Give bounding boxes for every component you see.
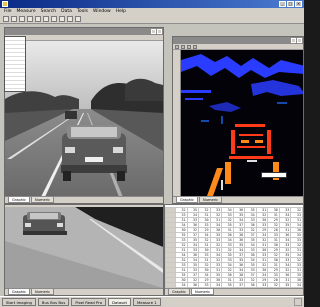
main-toolbar [0, 15, 304, 24]
table-cell[interactable]: 37 [232, 282, 246, 288]
table-cell[interactable]: 36 [244, 282, 257, 288]
maximize-icon[interactable]: □ [287, 1, 294, 7]
measurement-list[interactable] [4, 36, 26, 92]
tab-numeric[interactable]: Numeric [191, 289, 215, 295]
open-icon[interactable] [11, 16, 17, 22]
table-cell[interactable]: 34 [209, 282, 223, 288]
taskbar-clock [294, 298, 302, 306]
cut-icon[interactable] [35, 16, 41, 22]
table-cell[interactable]: 35 [278, 282, 292, 288]
data-table: 32 35 32 33 34 36 35 31 30 33 32 33 34 31 32 33 35 34 32 31… [165, 207, 303, 288]
settings-icon[interactable] [75, 16, 81, 22]
tab-graphic[interactable]: Graphic [168, 289, 190, 295]
table-tabs: Graphic Numeric [165, 288, 303, 295]
print-icon[interactable] [27, 16, 33, 22]
road-detail-image [5, 207, 163, 288]
tab-graphic[interactable]: Graphic [176, 197, 198, 203]
table-row[interactable]: 34 36 33 34 35 37 36 33 32 35 34 [165, 282, 303, 288]
title-bar: _ □ × [0, 0, 304, 8]
row-header [165, 282, 176, 288]
app-icon [2, 1, 8, 7]
taskbar-measure[interactable]: Measure 1 [132, 298, 161, 306]
table-cell[interactable]: 34 [175, 282, 188, 288]
table-cell[interactable]: 36 [186, 282, 200, 288]
edge-detection-pane: Graphic Numeric [172, 36, 304, 204]
tab-numeric[interactable]: Numeric [199, 197, 223, 203]
menu-tools[interactable]: Tools [77, 8, 88, 15]
menu-bar: File Measure Search Data Tools Window He… [0, 8, 304, 15]
video-pane-bottom: Graphic Numeric [4, 204, 164, 296]
tab-graphic[interactable]: Graphic [8, 197, 30, 203]
copy-icon[interactable] [43, 16, 49, 22]
pane-close-icon[interactable] [157, 29, 162, 34]
tool-icon[interactable] [181, 45, 185, 49]
pane-close-icon[interactable] [297, 38, 302, 43]
table-cell[interactable]: 33 [198, 282, 211, 288]
measure-icon[interactable] [67, 16, 73, 22]
menu-window[interactable]: Window [93, 8, 111, 15]
edge-readout [261, 172, 287, 178]
pane-minimize-icon[interactable] [291, 38, 296, 43]
pane-title [5, 28, 163, 35]
new-icon[interactable] [3, 16, 9, 22]
video-pane-top: Graphic Numeric [4, 27, 164, 204]
table-cell[interactable]: 32 [267, 282, 280, 288]
road-camera-view[interactable] [5, 41, 163, 197]
table-cell[interactable]: 34 [290, 282, 303, 288]
video-bottom-tabs: Graphic Numeric [5, 288, 163, 295]
tab-numeric[interactable]: Numeric [31, 197, 55, 203]
window-controls: _ □ × [279, 1, 302, 7]
road-scene-image [5, 41, 163, 197]
menu-measure[interactable]: Measure [17, 8, 36, 15]
paste-icon[interactable] [51, 16, 57, 22]
taskbar-start-imaging[interactable]: Start Imaging [2, 298, 36, 306]
close-icon[interactable]: × [295, 1, 302, 7]
app-window: _ □ × File Measure Search Data Tools Win… [0, 0, 304, 307]
menu-data[interactable]: Data [61, 8, 72, 15]
tab-numeric[interactable]: Numeric [31, 289, 55, 295]
menu-search[interactable]: Search [41, 8, 56, 15]
minimize-icon[interactable]: _ [279, 1, 286, 7]
table-cell[interactable]: 35 [221, 282, 234, 288]
taskbar-dataset[interactable]: Dataset [108, 298, 131, 306]
tool-icon[interactable] [175, 45, 179, 49]
tool-icon[interactable] [187, 45, 191, 49]
taskbar-bus[interactable]: Bus Bus Bus [37, 298, 70, 306]
zoom-icon[interactable] [59, 16, 65, 22]
tab-graphic[interactable]: Graphic [8, 289, 30, 295]
road-detail-view[interactable] [5, 207, 163, 288]
pane-title [173, 37, 303, 44]
video-tabs: Graphic Numeric [5, 196, 163, 203]
tool-icon[interactable] [193, 45, 197, 49]
taskbar: Start Imaging Bus Bus Bus Pixel Read Pro… [0, 296, 304, 307]
vertical-ruler [173, 50, 181, 197]
taskbar-pixel-read[interactable]: Pixel Read Pro [71, 298, 107, 306]
edge-tabs: Graphic Numeric [173, 196, 303, 203]
pane-minimize-icon[interactable] [151, 29, 156, 34]
data-grid[interactable]: 32 35 32 33 34 36 35 31 30 33 32 33 34 31 32 33 35 34 32 31… [165, 207, 303, 288]
data-table-pane: 32 35 32 33 34 36 35 31 30 33 32 33 34 31 32 33 35 34 32 31… [164, 204, 304, 296]
menu-help[interactable]: Help [116, 8, 126, 15]
menu-file[interactable]: File [4, 8, 12, 15]
save-icon[interactable] [19, 16, 25, 22]
table-cell[interactable]: 33 [255, 282, 269, 288]
